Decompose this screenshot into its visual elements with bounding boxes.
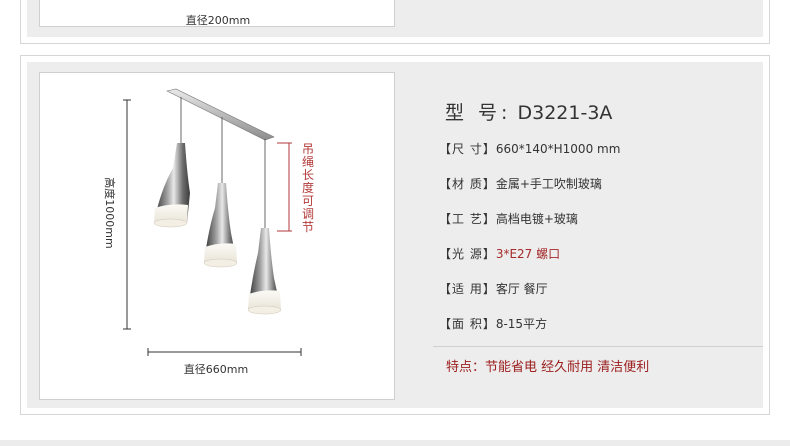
feature-text: 特点：节能省电 经久耐用 清洁便利 [446, 360, 650, 375]
lamp-shade [247, 228, 282, 315]
width-dimension [147, 348, 302, 356]
spec-label: 【面 积】 [439, 317, 496, 331]
product-card: 高度1000mm 吊绳长度可调节 直径660mm 型 号: D3221-3A 【… [20, 55, 770, 415]
adjustable-char: 长 [302, 168, 314, 182]
adjustable-char: 可 [302, 194, 314, 208]
spec-label: 【适 用】 [439, 282, 496, 296]
adjustable-char: 吊 [302, 142, 314, 156]
adjustable-char: 节 [302, 220, 314, 234]
spec-label: 【尺 寸】 [439, 142, 496, 156]
model-value: D3221-3A [517, 102, 613, 124]
divider [433, 346, 763, 347]
adjustable-char: 度 [302, 180, 314, 195]
spec-row-applicable: 【适 用】客厅 餐厅 [439, 280, 548, 297]
spec-row-area: 【面 积】8-15平方 [439, 315, 547, 332]
ceiling-plate [166, 88, 275, 141]
spec-value: 3*E27 螺口 [495, 247, 561, 261]
width-label: 直径660mm [184, 362, 248, 376]
spec-row-size: 【尺 寸】660*140*H1000 mm [439, 140, 620, 157]
spec-row-craft: 【工 艺】高档电镀+玻璃 [439, 210, 578, 227]
spec-value: 客厅 餐厅 [495, 282, 548, 296]
spec-label: 【工 艺】 [439, 212, 496, 226]
spec-value: 660*140*H1000 mm [495, 142, 621, 156]
product-photo-frame: 直径200mm [39, 0, 395, 27]
lamp-shade [153, 143, 190, 228]
spec-label: 【材 质】 [439, 177, 496, 191]
spec-value: 8-15平方 [495, 317, 548, 331]
spec-value: 金属+手工吹制玻璃 [495, 177, 602, 191]
diameter-label: 直径200mm [185, 14, 251, 27]
model-label: 型 号: [445, 102, 512, 124]
adjustable-dimension [277, 142, 292, 232]
product-card-previous: 直径200mm [20, 0, 770, 44]
spec-row-material: 【材 质】金属+手工吹制玻璃 [439, 175, 602, 192]
spec-label: 【光 源】 [439, 247, 496, 261]
adjustable-char: 调 [302, 207, 314, 221]
lamp-shade [203, 183, 238, 268]
height-label: 高度1000mm [103, 177, 117, 248]
spec-row-light-source: 【光 源】3*E27 螺口 [439, 245, 560, 262]
spec-value: 高档电镀+玻璃 [495, 212, 578, 226]
model-line: 型 号: D3221-3A [445, 98, 612, 125]
product-diagram-frame: 高度1000mm 吊绳长度可调节 直径660mm [39, 72, 395, 400]
next-section-strip [0, 440, 790, 446]
adjustable-label: 吊绳长度可调节 [302, 142, 314, 234]
pendant-lamp-diagram: 高度1000mm 吊绳长度可调节 直径660mm [103, 88, 314, 376]
height-dimension [123, 99, 131, 330]
adjustable-char: 绳 [302, 155, 314, 169]
